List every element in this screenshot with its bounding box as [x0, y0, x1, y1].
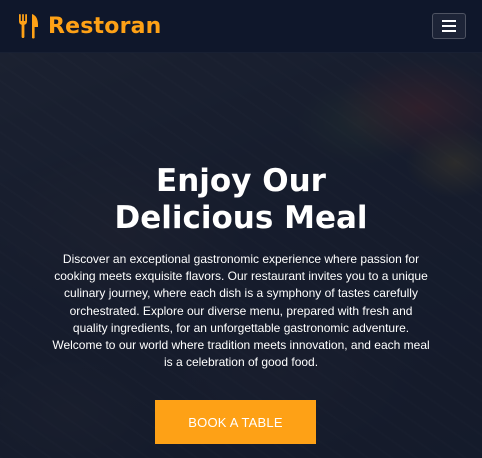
hero-section: Enjoy Our Delicious Meal Discover an exc… [0, 53, 482, 458]
hero-title: Enjoy Our Delicious Meal [0, 163, 482, 237]
utensils-icon [19, 14, 38, 39]
hero-content: Enjoy Our Delicious Meal Discover an exc… [0, 53, 482, 458]
hero-title-line-1: Enjoy Our [156, 163, 326, 199]
hamburger-menu-icon [442, 20, 456, 32]
hero-description: Discover an exceptional gastronomic expe… [52, 252, 430, 370]
brand-name: Restoran [48, 13, 162, 39]
navbar: Restoran [0, 0, 482, 53]
page: Restoran Enjoy Our Delicious Meal Discov… [0, 0, 482, 458]
book-a-table-button[interactable]: BOOK A TABLE [155, 400, 316, 444]
brand-link[interactable]: Restoran [18, 13, 162, 39]
menu-toggle-button[interactable] [432, 13, 466, 39]
hero-title-line-2: Delicious Meal [114, 200, 368, 236]
